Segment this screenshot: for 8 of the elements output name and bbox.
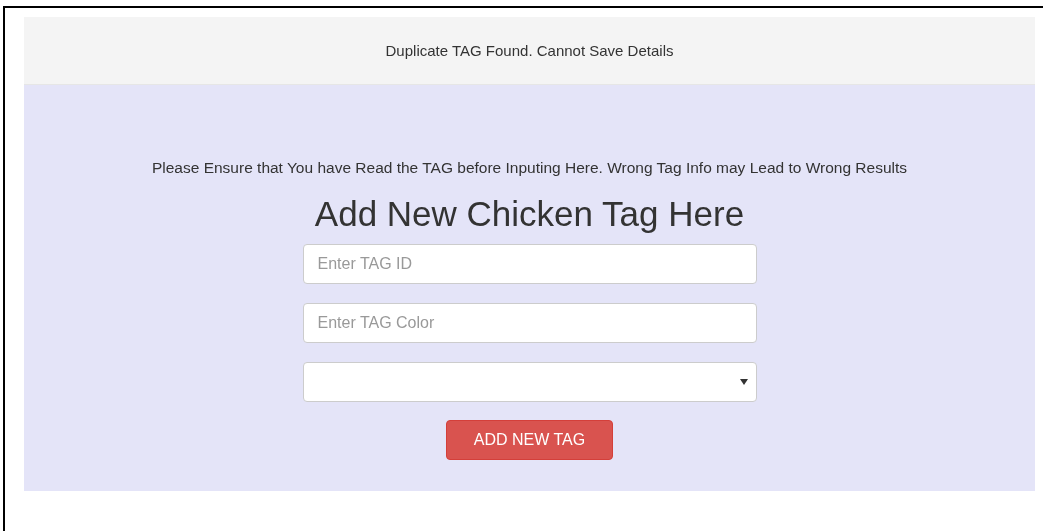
caret-icon: [739, 379, 748, 385]
notice-text: Please Ensure that You have Read the TAG before Inputing Here. Wrong Tag Info may Lead to Wrong Results: [151, 159, 908, 177]
select-field[interactable]: [302, 362, 757, 402]
input-field[interactable]: Enter TAG Color: [302, 303, 757, 343]
form-title: Add New Chicken Tag Here: [314, 194, 745, 234]
alert-message: Duplicate TAG Found. Cannot Save Details: [385, 42, 674, 59]
add-tag-button[interactable]: ADD NEW TAG: [446, 420, 613, 460]
input-field[interactable]: Enter TAG ID: [302, 244, 757, 284]
